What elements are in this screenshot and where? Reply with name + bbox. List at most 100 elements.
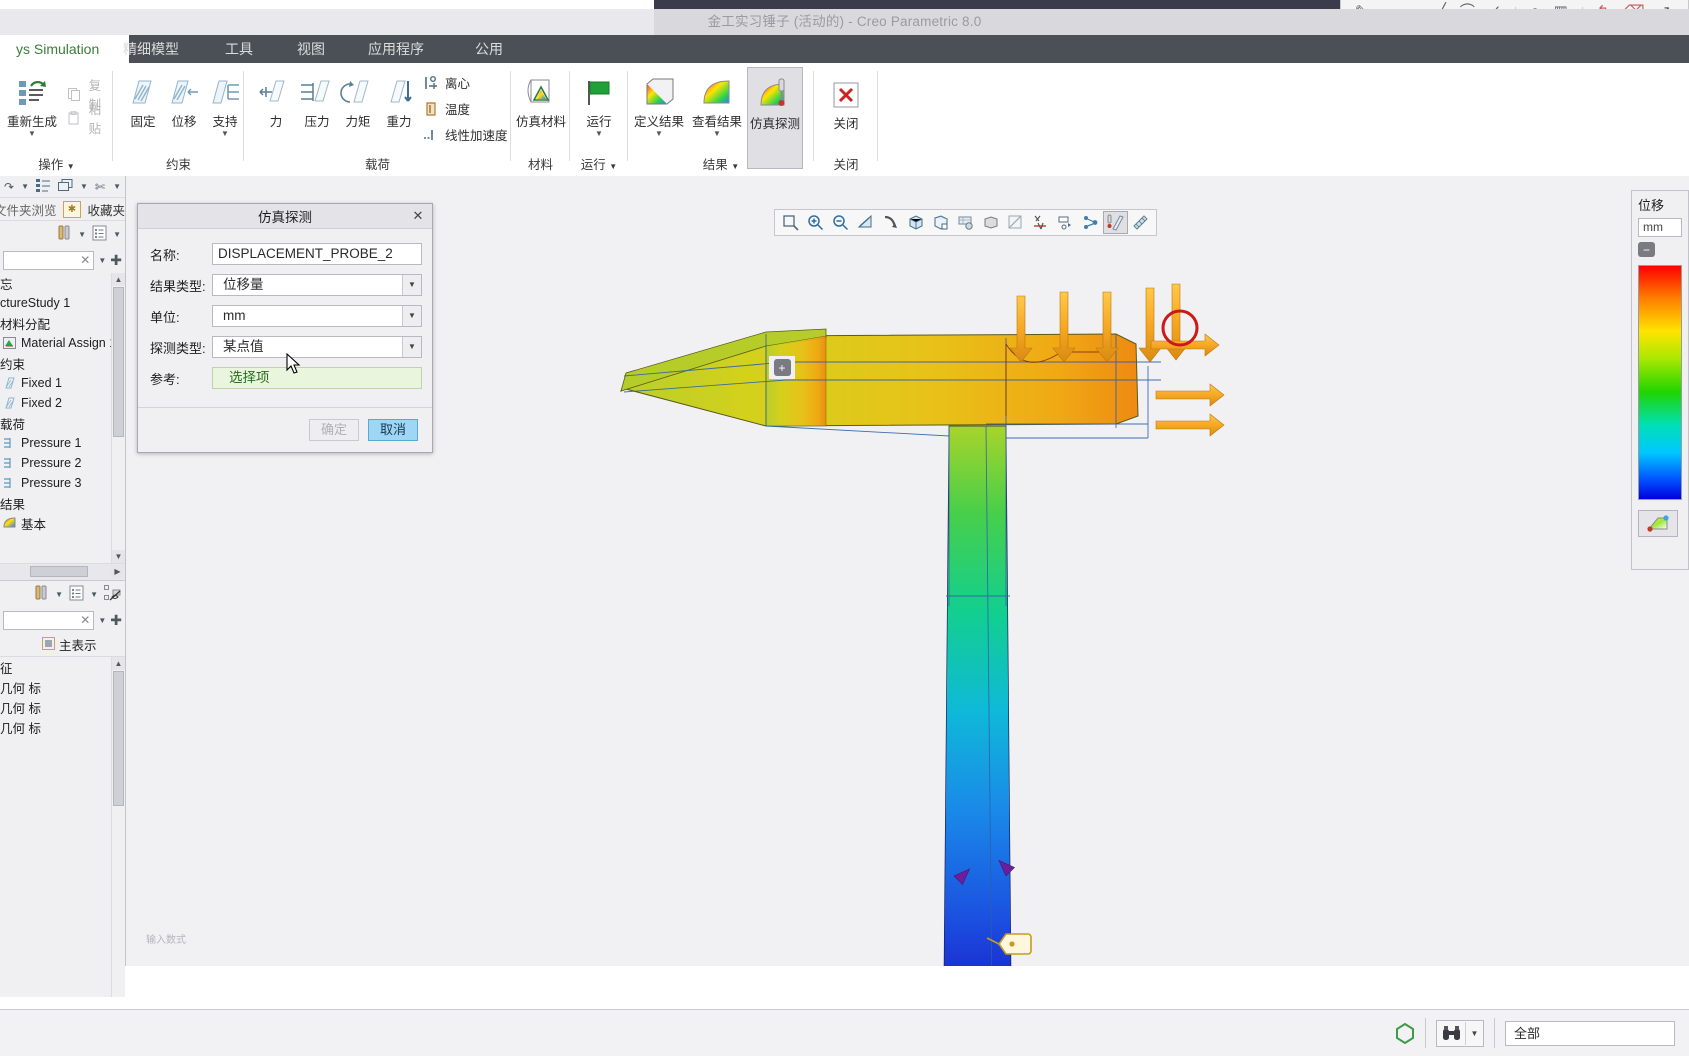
tree-item-basic-result[interactable]: 基本 — [0, 513, 125, 533]
close-all-icon[interactable]: ✄ — [95, 180, 105, 194]
tools-filter-icon[interactable] — [56, 225, 72, 244]
linear-acceleration-button[interactable]: 线性加速度 — [422, 125, 508, 144]
regenerate-button[interactable]: 重新生成 ▼ — [4, 71, 60, 138]
probe-tool-icon[interactable] — [1103, 211, 1128, 234]
chevron-down-icon[interactable]: ▼ — [80, 182, 88, 191]
chevron-down-icon[interactable]: ▼ — [402, 306, 421, 326]
tree-item-loads[interactable]: 载荷 — [0, 413, 125, 433]
zoom-to-fit-icon[interactable] — [778, 211, 803, 234]
tree-item-0[interactable]: 忘 — [0, 273, 125, 293]
model-tree-search-row[interactable]: ✕ ▼ ✚ — [0, 247, 125, 273]
tree-item-fixed-2[interactable]: Fixed 2 — [0, 393, 125, 413]
favorites-star-icon[interactable]: ✱ — [62, 200, 82, 218]
model-tree-search-input[interactable]: ✕ — [3, 250, 95, 270]
result-type-combo[interactable]: 位移量 ▼ — [212, 274, 422, 296]
tree-item-structure-study[interactable]: ctureStudy 1 — [0, 293, 125, 313]
paste-button[interactable]: 粘贴 — [66, 99, 113, 137]
chevron-down-icon[interactable]: ▼ — [571, 129, 627, 138]
reference-select[interactable]: 选择项 — [212, 367, 422, 389]
zoom-out-icon[interactable] — [828, 211, 853, 234]
redo-icon[interactable]: ↷ — [4, 180, 14, 194]
appearance-icon[interactable] — [1003, 211, 1028, 234]
viewport-toolbar[interactable] — [774, 209, 1157, 236]
model-tree-toolbar[interactable]: ▼ ▼ — [0, 221, 125, 247]
name-input[interactable]: DISPLACEMENT_PROBE_2 — [212, 243, 422, 265]
gravity-load-button[interactable]: 重力 — [371, 71, 427, 129]
ok-button[interactable]: 确定 — [308, 419, 359, 441]
tree-item-material-assign-1[interactable]: Material Assign 1 — [0, 333, 125, 353]
chevron-down-icon[interactable]: ▼ — [689, 129, 745, 138]
second-tree-item-2[interactable]: 几何 标 — [0, 697, 125, 717]
scroll-right-icon[interactable]: ▶ — [111, 565, 124, 578]
close-icon[interactable]: ✕ — [410, 208, 426, 224]
results-unit-field[interactable]: mm — [1638, 218, 1682, 237]
collapse-legend-button[interactable]: − — [1638, 242, 1655, 257]
clear-x-icon[interactable]: ✕ — [80, 253, 90, 267]
scroll-thumb[interactable] — [113, 671, 124, 806]
search-tool[interactable]: ▼ — [1436, 1019, 1484, 1047]
chevron-down-icon[interactable]: ▼ — [55, 590, 63, 599]
window-icon[interactable] — [57, 178, 73, 195]
chevron-down-icon[interactable]: ▼ — [90, 590, 98, 599]
probe-type-combo[interactable]: 某点值 ▼ — [212, 336, 422, 358]
tab-view[interactable]: 视图 — [281, 35, 341, 63]
second-tree-vscrollbar[interactable]: ▲ — [111, 657, 125, 997]
datum-display-icon[interactable] — [1028, 211, 1053, 234]
nav-tab-folder-browser[interactable]: 文件夹浏览 — [0, 200, 57, 219]
mesh-display-icon[interactable] — [1128, 211, 1153, 234]
ribbon-group-run-label[interactable]: 运行 ▼ — [570, 154, 628, 173]
chevron-down-icon[interactable]: ▼ — [4, 129, 60, 138]
second-tree-toolbar[interactable]: ▼ ▼ — [0, 581, 125, 607]
tree-item-fixed-1[interactable]: Fixed 1 — [0, 373, 125, 393]
temperature-load-button[interactable]: 温度 — [422, 99, 470, 118]
tab-tools[interactable]: 工具 — [209, 35, 269, 63]
nav-tab-favorites[interactable]: 收藏夹 — [87, 200, 125, 219]
tree-item-constraints[interactable]: 约束 — [0, 353, 125, 373]
tab-applications[interactable]: 应用程序 — [352, 35, 440, 63]
second-tree-item-3[interactable]: 几何 标 — [0, 717, 125, 737]
binoculars-icon[interactable] — [1437, 1022, 1465, 1045]
plus-icon[interactable]: ✚ — [110, 612, 122, 629]
main-representation-row[interactable]: 主表示 — [0, 633, 125, 657]
green-hex-icon[interactable] — [1395, 1022, 1415, 1044]
unit-combo[interactable]: mm ▼ — [212, 305, 422, 327]
chevron-down-icon[interactable]: ▼ — [631, 129, 687, 138]
ribbon-group-results-label[interactable]: 结果 ▼ — [628, 154, 814, 173]
second-tree-item-0[interactable]: 征 — [0, 657, 125, 677]
tree-item-results[interactable]: 结果 — [0, 493, 125, 513]
cancel-button[interactable]: 取消 — [367, 419, 418, 441]
model-tree-vscrollbar[interactable]: ▲ ▼ — [111, 273, 125, 563]
chevron-down-icon[interactable]: ▼ — [78, 230, 86, 239]
chevron-down-icon[interactable]: ▼ — [113, 182, 125, 191]
tab-refined-model[interactable]: 精细模型 — [107, 35, 195, 63]
display-settings-icon[interactable] — [92, 225, 107, 244]
display-settings-icon[interactable] — [69, 585, 84, 604]
view-result-button[interactable]: 查看结果 ▼ — [689, 71, 745, 138]
regenerate-tree-icon[interactable] — [35, 178, 51, 195]
plus-icon[interactable]: ✚ — [110, 252, 122, 269]
left-dock-mini-toolbar[interactable]: ↷ ▼ ▼ ✄ ▼ — [0, 176, 125, 198]
tree-item-pressure-1[interactable]: Pressure 1 — [0, 433, 125, 453]
reorient-icon[interactable] — [878, 211, 903, 234]
tree-item-material-assignment[interactable]: 材料分配 — [0, 313, 125, 333]
tree-item-pressure-3[interactable]: Pressure 3 — [0, 473, 125, 493]
centrifugal-load-button[interactable]: 离心 — [422, 73, 470, 92]
perspective-icon[interactable] — [978, 211, 1003, 234]
display-style-icon[interactable] — [953, 211, 978, 234]
simulation-probe-dialog[interactable]: 仿真探测 ✕ 名称: DISPLACEMENT_PROBE_2 结果类型: 位移… — [137, 203, 433, 453]
model-tree[interactable]: 忘 ctureStudy 1 材料分配 Material Assign 1 约束… — [0, 273, 125, 563]
add-probe-badge[interactable]: + — [769, 356, 795, 379]
chevron-down-icon[interactable]: ▼ — [21, 182, 29, 191]
tools-filter-icon[interactable] — [33, 585, 49, 604]
scroll-thumb[interactable] — [30, 566, 88, 577]
chevron-down-icon[interactable]: ▼ — [402, 275, 421, 295]
scroll-up-icon[interactable]: ▲ — [112, 273, 125, 286]
view-manager-icon[interactable] — [928, 211, 953, 234]
chevron-down-icon[interactable]: ▼ — [402, 337, 421, 357]
scroll-thumb[interactable] — [113, 287, 124, 437]
close-button[interactable]: 关闭 — [818, 73, 874, 131]
simulation-material-button[interactable]: 仿真材料 — [513, 71, 569, 129]
run-button[interactable]: 运行 ▼ — [571, 71, 627, 138]
scroll-up-icon[interactable]: ▲ — [112, 657, 125, 670]
chevron-down-icon[interactable]: ▼ — [98, 616, 106, 625]
